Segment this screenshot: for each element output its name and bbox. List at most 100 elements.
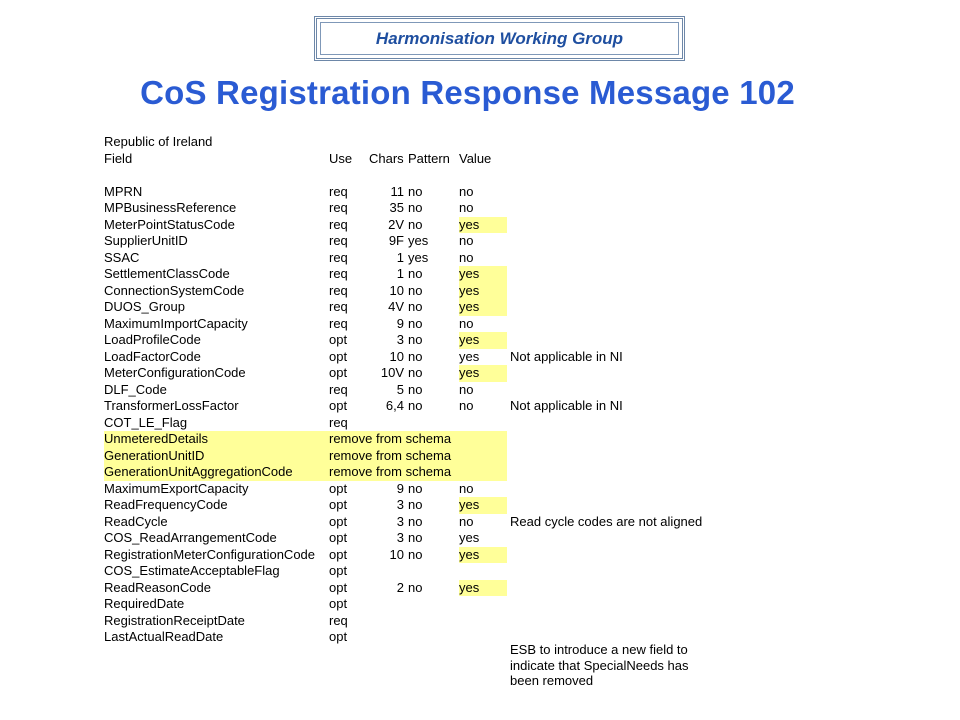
cell-field: MaximumExportCapacity <box>104 480 249 496</box>
spreadsheet: Republic of Ireland Field Use Chars Patt… <box>104 134 744 646</box>
cell-pattern: no <box>408 299 423 314</box>
cell-use: opt <box>329 398 348 413</box>
cell-field <box>104 167 329 184</box>
cell-chars: 3 <box>396 497 404 512</box>
cell-use: req <box>329 414 348 430</box>
cell-field: MPBusinessReference <box>104 200 237 215</box>
bottom-note-line: been removed <box>510 673 594 688</box>
cell-note <box>510 530 810 547</box>
cell-use: opt <box>329 348 348 364</box>
cell-use: opt <box>329 365 348 380</box>
cell-field: DUOS_Group <box>104 299 185 314</box>
cell-pattern: no <box>408 497 423 512</box>
bottom-note-line: ESB to introduce a new field to <box>510 642 688 657</box>
cell-use: req <box>329 233 348 248</box>
cell-chars: 9 <box>396 315 404 331</box>
table-row: MaximumExportCapacity opt 9 no no <box>104 481 744 498</box>
cell-remove-note: remove from schema <box>329 431 452 446</box>
cell-chars <box>369 596 404 613</box>
table-row: ConnectionSystemCode req 10 no yes <box>104 282 744 299</box>
cell-note <box>510 382 810 399</box>
cell-use: opt <box>329 332 348 347</box>
cell-chars: 10 <box>389 282 404 298</box>
cell-chars: 3 <box>396 530 404 545</box>
cell-use: opt <box>329 530 348 545</box>
table-row: MeterPointStatusCode req 2V no yes <box>104 216 744 233</box>
column-header-chars: Chars <box>369 150 404 166</box>
cell-chars: 11 <box>390 183 405 199</box>
bottom-note: ESB to introduce a new field to indicate… <box>510 642 750 689</box>
cell-remove-note: remove from schema <box>329 447 452 463</box>
cell-use <box>329 167 369 184</box>
cell-note: Not applicable in NI <box>510 398 623 413</box>
cell-chars <box>369 167 404 184</box>
table-row: RegistrationMeterConfigurationCode opt 10 n… <box>104 546 744 563</box>
cell-pattern: no <box>408 348 423 364</box>
cell-use: opt <box>329 579 348 595</box>
table-row: DUOS_Group req 4V no yes <box>104 299 744 316</box>
cell-field: ReadFrequencyCode <box>104 497 228 512</box>
cell-note <box>510 596 810 613</box>
cell-chars: 10 <box>389 546 404 562</box>
cell-chars: 9 <box>396 480 404 496</box>
section-heading: Republic of Ireland <box>104 134 213 149</box>
cell-note <box>510 217 810 234</box>
table-row: COS_EstimateAcceptableFlag opt <box>104 563 744 580</box>
cell-note <box>510 167 810 184</box>
cell-use: req <box>329 183 348 199</box>
bottom-note-line: indicate that SpecialNeeds has <box>510 657 689 673</box>
cell-note <box>510 250 810 267</box>
column-header-use: Use <box>329 150 353 166</box>
cell-value <box>459 629 507 646</box>
table-row: RegistrationReceiptDate req <box>104 613 744 630</box>
cell-note <box>510 332 810 349</box>
table-row: SettlementClassCode req 1 no yes <box>104 266 744 283</box>
cell-value: no <box>459 480 474 496</box>
cell-pattern: no <box>408 332 423 347</box>
cell-chars: 1 <box>396 266 404 281</box>
cell-field: LastActualReadDate <box>104 629 224 644</box>
cell-value: yes <box>459 348 480 364</box>
cell-use: req <box>329 315 348 331</box>
table-row: MPBusinessReference req 35 no no <box>104 200 744 217</box>
cell-note <box>510 481 810 498</box>
cell-use: opt <box>329 596 348 611</box>
cell-field: MeterPointStatusCode <box>104 216 235 232</box>
cell-note: Not applicable in NI <box>510 348 623 364</box>
cell-field: LoadProfileCode <box>104 332 201 347</box>
cell-value: yes <box>459 530 480 545</box>
cell-value: yes <box>459 365 507 382</box>
table-row: LoadFactorCode opt 10 no yes Not applicable i… <box>104 349 744 366</box>
cell-chars: 3 <box>396 332 404 347</box>
cell-value <box>459 167 507 184</box>
cell-value: yes <box>459 216 507 233</box>
cell-note <box>510 316 810 333</box>
cell-pattern: no <box>408 282 423 298</box>
table-row: ReadFrequencyCode opt 3 no yes <box>104 497 744 514</box>
cell-pattern: no <box>408 530 423 545</box>
cell-pattern: no <box>408 579 423 595</box>
cell-field: SSAC <box>104 249 140 265</box>
cell-value: yes <box>459 579 507 596</box>
cell-note <box>510 200 810 217</box>
cell-field: GenerationUnitAggregationCode <box>104 464 293 479</box>
cell-pattern: no <box>408 365 423 380</box>
table-row: COT_LE_Flag req <box>104 415 744 432</box>
cell-field: RegistrationReceiptDate <box>104 612 245 628</box>
cell-field: GenerationUnitID <box>104 447 205 463</box>
cell-field: ConnectionSystemCode <box>104 282 245 298</box>
cell-field: SupplierUnitID <box>104 233 188 248</box>
cell-note <box>510 233 810 250</box>
cell-note: Read cycle codes are not aligned <box>510 513 703 529</box>
cell-use: req <box>329 200 348 215</box>
cell-use: req <box>329 216 348 232</box>
cell-chars <box>369 563 404 580</box>
cell-chars: 35 <box>389 200 404 215</box>
cell-note <box>510 497 810 514</box>
cell-use: opt <box>329 629 348 644</box>
cell-field: UnmeteredDetails <box>104 431 209 446</box>
cell-field: ReadReasonCode <box>104 579 211 595</box>
cell-use: req <box>329 249 348 265</box>
cell-field: RequiredDate <box>104 596 185 611</box>
table-row: UnmeteredDetails remove from schema <box>104 431 744 448</box>
